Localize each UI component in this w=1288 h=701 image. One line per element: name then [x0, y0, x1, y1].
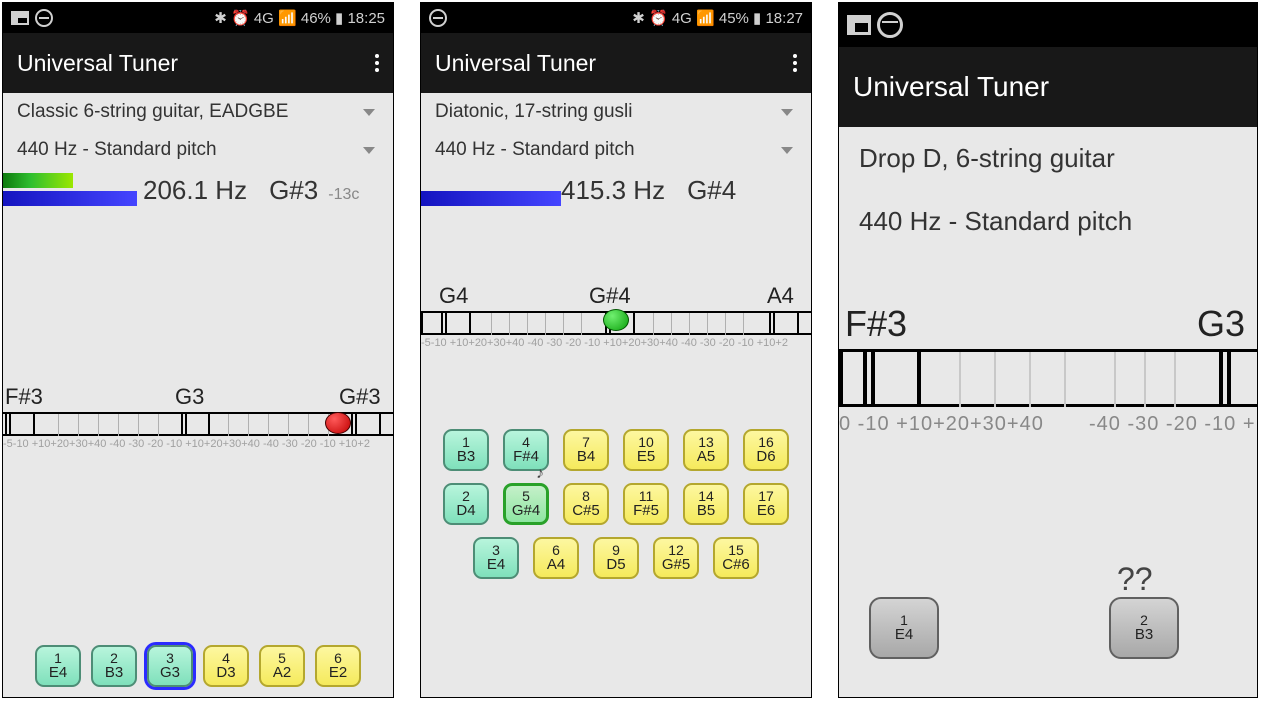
string-chip[interactable]: 5A2: [259, 645, 305, 687]
scale-right: G3: [1197, 303, 1245, 345]
pitch-dropdown[interactable]: 440 Hz - Standard pitch: [839, 190, 1257, 253]
strings-row-3: 3E4 6A4 9D5 12G#5 15C#6: [421, 531, 811, 585]
screen-3: Universal Tuner Drop D, 6-string guitar …: [838, 2, 1258, 698]
status-bar: ✱ ⏰ 4G 📶 45% ▮ 18:27: [421, 3, 811, 33]
freq-value: 415.3 Hz: [561, 175, 665, 206]
freq-value: 206.1 Hz: [143, 175, 247, 206]
dnd-icon: [35, 9, 53, 27]
pitch-label: 440 Hz - Standard pitch: [435, 139, 635, 161]
dnd-icon: [877, 12, 903, 38]
axis-sub: -5-10 +10+20+30+40 -40 -30 -20 -10 +10+2…: [3, 438, 370, 450]
scale-axis: [839, 349, 1257, 407]
string-chip[interactable]: 2B3: [91, 645, 137, 687]
volume-bars: 206.1 Hz G#3 -13c: [3, 173, 393, 223]
tuning-dropdown[interactable]: Classic 6-string guitar, EADGBE: [3, 93, 393, 131]
note-value: G#3: [269, 175, 318, 206]
string-chip[interactable]: 6A4: [533, 537, 579, 579]
string-chip[interactable]: 1 E4: [869, 597, 939, 659]
tuning-dropdown[interactable]: Drop D, 6-string guitar: [839, 127, 1257, 190]
status-bar: ✱ ⏰ 4G 📶 46% ▮ 18:25: [3, 3, 393, 33]
strings-row: ?? 1 E4 2 B3: [839, 567, 1257, 697]
tuning-label: Drop D, 6-string guitar: [859, 143, 1115, 173]
pitch-label: 440 Hz - Standard pitch: [859, 206, 1132, 236]
scale-left: F#3: [5, 384, 43, 410]
tuning-dropdown[interactable]: Diatonic, 17-string gusli: [421, 93, 811, 131]
string-chip[interactable]: 15C#6: [713, 537, 759, 579]
image-icon: [847, 15, 871, 35]
axis-sub-right: -40 -30 -20 -10 +1: [1089, 413, 1258, 436]
string-chip[interactable]: 1B3: [443, 429, 489, 471]
bar-blue: [421, 191, 561, 206]
image-icon: [11, 11, 29, 25]
title-bar: Universal Tuner: [421, 33, 811, 93]
string-chip[interactable]: 17E6: [743, 483, 789, 525]
chevron-down-icon: [363, 109, 375, 116]
string-chip[interactable]: 4D3: [203, 645, 249, 687]
string-chip[interactable]: 11F#5: [623, 483, 669, 525]
string-chip[interactable]: 9D5: [593, 537, 639, 579]
string-chip[interactable]: 6E2: [315, 645, 361, 687]
chevron-down-icon: [363, 147, 375, 154]
strings-row-2: ♪ 2D45G#48C#511F#514B517E6: [421, 477, 811, 531]
status-right: ✱ ⏰ 4G 📶 46% ▮ 18:25: [214, 9, 385, 27]
tuning-scale: F#3 G3 G#3 -5-10 +10+20+30+40 -40 -30 -2…: [3, 384, 393, 474]
screen-2: ✱ ⏰ 4G 📶 45% ▮ 18:27 Universal Tuner Dia…: [420, 2, 812, 698]
note-tail-icon: ♪: [536, 465, 544, 483]
status-right: ✱ ⏰ 4G 📶 45% ▮ 18:27: [632, 9, 803, 27]
scale-left: G4: [439, 283, 468, 309]
strings-row-1: 1B34F#47B410E513A516D6: [421, 423, 811, 477]
tuning-label: Diatonic, 17-string gusli: [435, 101, 632, 123]
dnd-icon: [429, 9, 447, 27]
status-bar: [839, 3, 1257, 47]
tuning-scale: G4 G#4 A4 -5-10 +10+20+30+40 -40 -30 -20…: [421, 283, 811, 373]
string-chip[interactable]: 13A5: [683, 429, 729, 471]
pitch-dropdown[interactable]: 440 Hz - Standard pitch: [3, 131, 393, 169]
title-bar: Universal Tuner: [3, 33, 393, 93]
scale-mid: G#4: [589, 283, 631, 309]
cents-value: -13c: [328, 186, 359, 204]
scale-right: G#3: [339, 384, 381, 410]
string-chip[interactable]: 7B4: [563, 429, 609, 471]
note-value: G#4: [687, 175, 736, 206]
pitch-indicator: [325, 412, 351, 434]
string-chip[interactable]: 14B5: [683, 483, 729, 525]
frequency-readout: 206.1 Hz G#3 -13c: [143, 175, 359, 206]
pitch-indicator: [603, 309, 629, 331]
question-icon: ??: [1117, 561, 1153, 598]
overflow-menu-icon[interactable]: [793, 54, 797, 72]
axis-sub: -5-10 +10+20+30+40 -40 -30 -20 -10 +10+2…: [421, 337, 788, 349]
app-title: Universal Tuner: [17, 50, 178, 77]
string-chip[interactable]: 1E4: [35, 645, 81, 687]
string-chip[interactable]: 12G#5: [653, 537, 699, 579]
string-chip[interactable]: 2 B3: [1109, 597, 1179, 659]
string-chip[interactable]: 16D6: [743, 429, 789, 471]
app-title: Universal Tuner: [435, 50, 596, 77]
string-chip[interactable]: 3E4: [473, 537, 519, 579]
scale-left: F#3: [845, 303, 907, 345]
string-chip[interactable]: 3G3: [147, 645, 193, 687]
screen-1: ✱ ⏰ 4G 📶 46% ▮ 18:25 Universal Tuner Cla…: [2, 2, 394, 698]
string-chip[interactable]: 10E5: [623, 429, 669, 471]
scale-mid: G3: [175, 384, 204, 410]
axis-sub-left: 0 -10 +10+20+30+40: [839, 413, 1044, 436]
string-chip[interactable]: 8C#5: [563, 483, 609, 525]
strings-row: 1E42B33G34D35A26E2: [3, 635, 393, 697]
pitch-label: 440 Hz - Standard pitch: [17, 139, 217, 161]
bar-green: [3, 173, 73, 188]
app-title: Universal Tuner: [853, 71, 1049, 103]
scale-right: A4: [767, 283, 794, 309]
overflow-menu-icon[interactable]: [375, 54, 379, 72]
title-bar: Universal Tuner: [839, 47, 1257, 127]
pitch-dropdown[interactable]: 440 Hz - Standard pitch: [421, 131, 811, 169]
tuning-scale: F#3 G3 0 -10 +10+20+30+40 -40 -30 -20 -1…: [839, 303, 1257, 453]
bar-blue: [3, 191, 137, 206]
frequency-readout: 415.3 Hz G#4: [561, 175, 736, 206]
chevron-down-icon: [781, 109, 793, 116]
string-chip[interactable]: 2D4: [443, 483, 489, 525]
volume-bars: 415.3 Hz G#4: [421, 173, 811, 223]
chevron-down-icon: [781, 147, 793, 154]
tuning-label: Classic 6-string guitar, EADGBE: [17, 101, 288, 123]
string-chip[interactable]: 5G#4: [503, 483, 549, 525]
